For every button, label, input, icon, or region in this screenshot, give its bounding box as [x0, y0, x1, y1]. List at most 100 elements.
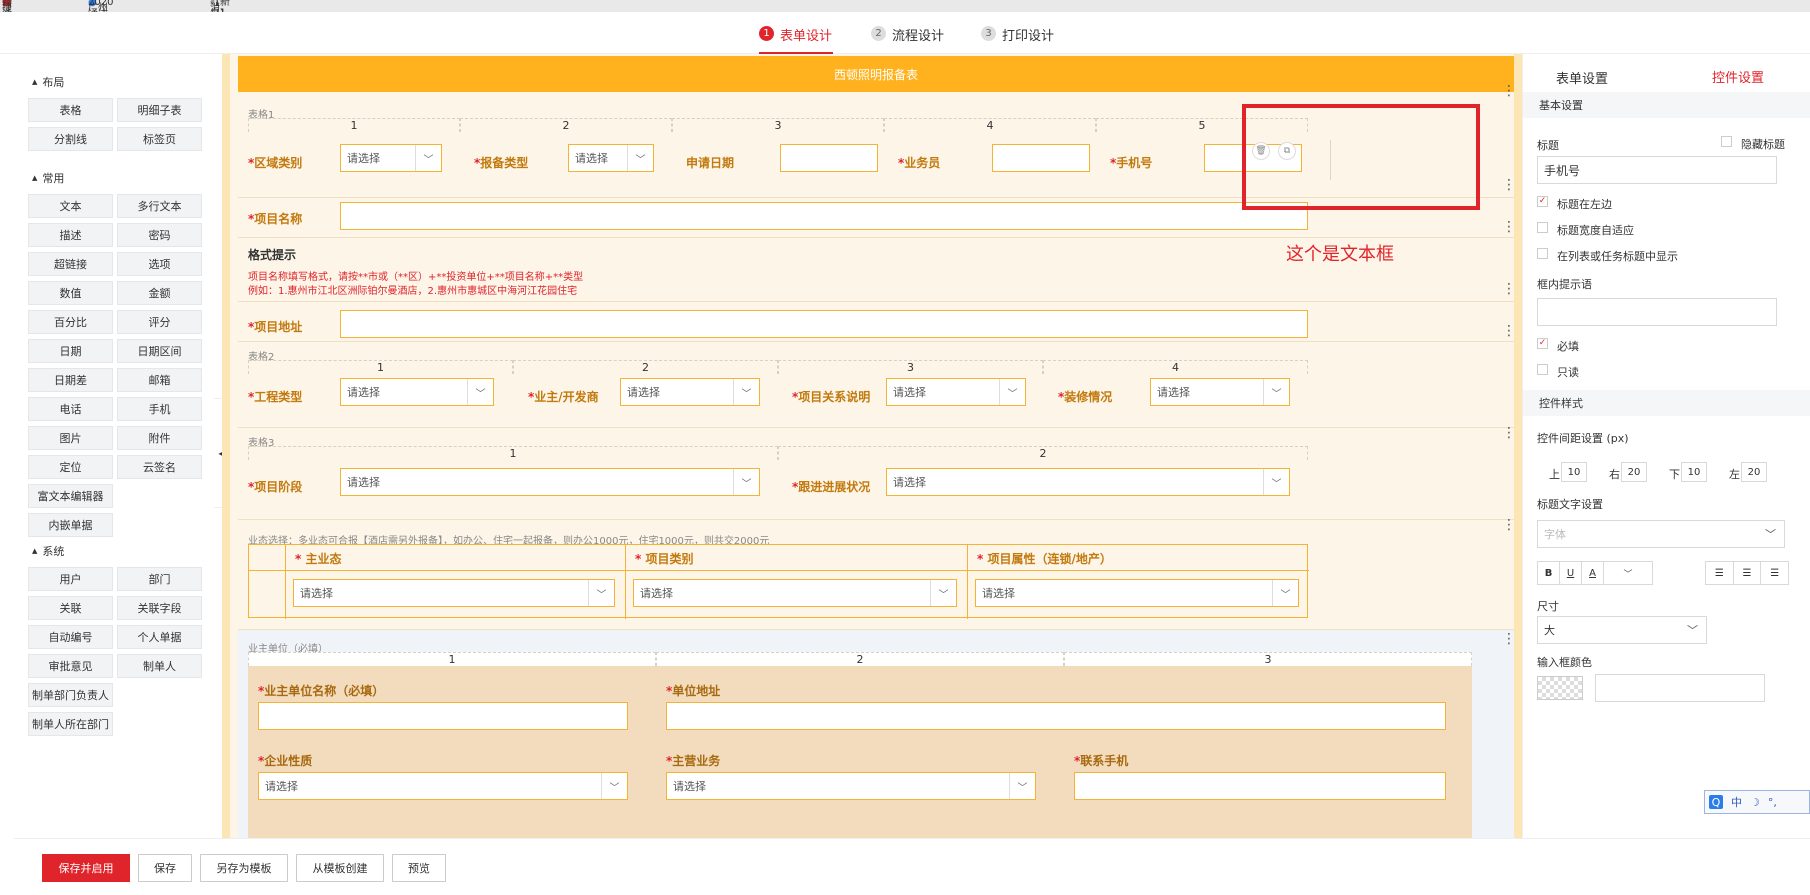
form-table-3[interactable]: 表格3 1 2 *项目阶段 请选择 ﹀ *跟进进展状况 请选择 ﹀ — [238, 428, 1514, 520]
align-center-icon[interactable]: ☰ — [1734, 562, 1762, 584]
palette-item[interactable]: 个人单据 — [117, 625, 202, 649]
palette-item[interactable]: 云签名 — [117, 455, 202, 479]
palette-item[interactable]: 日期区间 — [117, 339, 202, 363]
palette-item[interactable]: 富文本编辑器 — [28, 484, 113, 508]
palette-item[interactable]: 用户 — [28, 567, 113, 591]
required-checkbox[interactable]: ✓ — [1537, 338, 1548, 349]
main-business-select[interactable]: 请选择 ﹀ — [666, 772, 1036, 800]
chevron-down-icon[interactable]: ﹀ — [1604, 562, 1652, 584]
form-table-2[interactable]: 表格2 1 2 3 4 *工程类型 请选择 ﹀ *业主/开发商 请选择 ﹀ *项目关… — [238, 342, 1514, 428]
palette-item-table[interactable]: 表格 — [28, 98, 113, 122]
owner-developer-select[interactable]: 请选择 ﹀ — [620, 378, 760, 406]
spacing-right-input[interactable]: 20 — [1621, 462, 1647, 482]
drag-handle-icon[interactable]: ⋮ — [1502, 178, 1514, 192]
project-address-row[interactable]: *项目地址 — [238, 302, 1514, 342]
palette-item[interactable]: 制单人 — [117, 654, 202, 678]
show-in-list-checkbox[interactable] — [1537, 248, 1548, 259]
moon-icon[interactable]: ☽ — [1750, 796, 1760, 809]
apply-date-input[interactable] — [780, 144, 878, 172]
palette-item-tabs[interactable]: 标签页 — [117, 127, 202, 151]
font-select[interactable]: 字体 ﹀ — [1537, 520, 1785, 548]
size-select[interactable]: 大 ﹀ — [1537, 616, 1707, 644]
palette-item[interactable]: 描述 — [28, 223, 113, 247]
enterprise-nature-select[interactable]: 请选择 ﹀ — [258, 772, 628, 800]
palette-group-system[interactable]: 系统 — [32, 543, 64, 559]
font-color-button[interactable]: A — [1582, 562, 1604, 584]
color-input[interactable] — [1595, 674, 1765, 702]
palette-item[interactable]: 百分比 — [28, 310, 113, 334]
unit-address-input[interactable] — [666, 702, 1446, 730]
drag-handle-icon[interactable]: ⋮ — [1502, 282, 1514, 296]
save-as-template-button[interactable]: 另存为模板 — [200, 854, 288, 882]
project-type-select[interactable]: 请选择 ﹀ — [340, 378, 494, 406]
punctuation-icon[interactable]: °, — [1768, 796, 1777, 809]
drag-handle-icon[interactable]: ⋮ — [1502, 518, 1514, 532]
palette-item[interactable]: 评分 — [117, 310, 202, 334]
bold-button[interactable]: B — [1538, 562, 1560, 584]
palette-item[interactable]: 日期 — [28, 339, 113, 363]
palette-item[interactable]: 审批意见 — [28, 654, 113, 678]
save-and-enable-button[interactable]: 保存并启用 — [42, 854, 130, 882]
palette-item[interactable]: 部门 — [117, 567, 202, 591]
palette-item-divider[interactable]: 分割线 — [28, 127, 113, 151]
palette-item[interactable]: 自动编号 — [28, 625, 113, 649]
underline-button[interactable]: U — [1560, 562, 1582, 584]
palette-item[interactable]: 定位 — [28, 455, 113, 479]
palette-item[interactable]: 金额 — [117, 281, 202, 305]
main-business-select[interactable]: 请选择 ﹀ — [293, 579, 615, 607]
palette-item-detail-table[interactable]: 明细子表 — [117, 98, 202, 122]
save-button[interactable]: 保存 — [138, 854, 192, 882]
project-relation-select[interactable]: 请选择 ﹀ — [886, 378, 1026, 406]
salesman-input[interactable] — [992, 144, 1090, 172]
palette-item[interactable]: 超链接 — [28, 252, 113, 276]
report-type-select[interactable]: 请选择 ﹀ — [568, 144, 654, 172]
palette-item[interactable]: 关联 — [28, 596, 113, 620]
title-left-checkbox[interactable]: ✓ — [1537, 196, 1548, 207]
region-select[interactable]: 请选择 ﹀ — [340, 144, 442, 172]
canvas-scrollbar[interactable] — [1514, 54, 1522, 838]
palette-group-layout[interactable]: 布局 — [32, 74, 64, 90]
palette-item[interactable]: 多行文本 — [117, 194, 202, 218]
hide-title-checkbox[interactable] — [1721, 136, 1732, 147]
tab-control-settings[interactable]: 控件设置 — [1679, 60, 1797, 94]
palette-item[interactable]: 制单人所在部门 — [28, 712, 113, 736]
palette-item[interactable]: 选项 — [117, 252, 202, 276]
form-title[interactable]: 西顿照明报备表 — [238, 56, 1514, 92]
project-attribute-select[interactable]: 请选择 ﹀ — [975, 579, 1299, 607]
project-name-input[interactable] — [340, 202, 1308, 230]
palette-item[interactable]: 制单部门负责人 — [28, 683, 113, 707]
tab-print-design[interactable]: 3 打印设计 — [981, 22, 1061, 54]
palette-item[interactable]: 附件 — [117, 426, 202, 450]
palette-item[interactable]: 手机 — [117, 397, 202, 421]
drag-handle-icon[interactable]: ⋮ — [1502, 220, 1514, 234]
title-input[interactable]: 手机号 — [1537, 156, 1777, 184]
palette-group-common[interactable]: 常用 — [32, 170, 64, 186]
drag-handle-icon[interactable]: ⋮ — [1502, 426, 1514, 440]
palette-item[interactable]: 关联字段 — [117, 596, 202, 620]
palette-item[interactable]: 电话 — [28, 397, 113, 421]
scrollbar-thumb[interactable] — [1515, 58, 1521, 338]
align-right-icon[interactable]: ☰ — [1761, 562, 1788, 584]
drag-handle-icon[interactable]: ⋮ — [1502, 632, 1514, 646]
project-address-input[interactable] — [340, 310, 1308, 338]
owner-unit-table[interactable]: 业主单位（必填） 1 2 3 *业主单位名称（必填） *单位地址 *企业性质 请… — [238, 630, 1514, 838]
contact-phone-input[interactable] — [1074, 772, 1446, 800]
color-swatch[interactable] — [1537, 676, 1583, 700]
ime-toolbar[interactable]: Q 中 ☽ °, — [1704, 790, 1810, 814]
spacing-left-input[interactable]: 20 — [1741, 462, 1767, 482]
decoration-select[interactable]: 请选择 ﹀ — [1150, 378, 1290, 406]
palette-item[interactable]: 邮箱 — [117, 368, 202, 392]
placeholder-input[interactable] — [1537, 298, 1777, 326]
project-stage-select[interactable]: 请选择 ﹀ — [340, 468, 760, 496]
readonly-checkbox[interactable] — [1537, 364, 1548, 375]
create-from-template-button[interactable]: 从模板创建 — [296, 854, 384, 882]
palette-item[interactable]: 图片 — [28, 426, 113, 450]
spacing-top-input[interactable]: 10 — [1561, 462, 1587, 482]
align-left-icon[interactable]: ☰ — [1706, 562, 1734, 584]
tab-form-design[interactable]: 1 表单设计 — [759, 22, 833, 54]
owner-name-input[interactable] — [258, 702, 628, 730]
palette-item[interactable]: 数值 — [28, 281, 113, 305]
tab-flow-design[interactable]: 2 流程设计 — [871, 22, 951, 54]
ime-language[interactable]: 中 — [1731, 794, 1742, 810]
drag-handle-icon[interactable]: ⋮ — [1502, 324, 1514, 338]
